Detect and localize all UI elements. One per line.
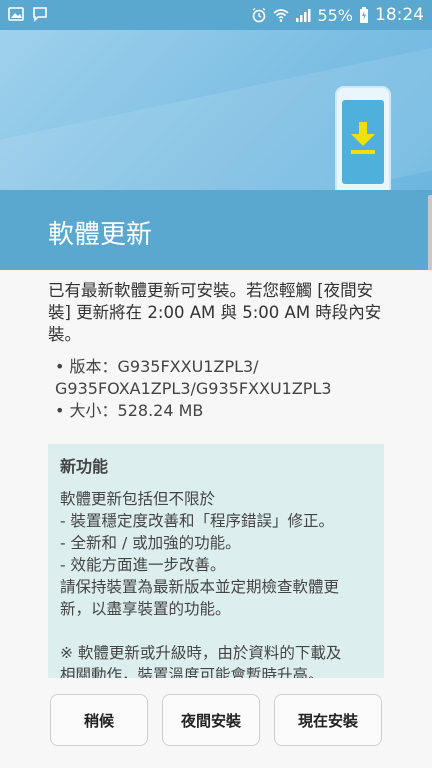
status-left-icons (8, 6, 48, 22)
wifi-icon (273, 7, 289, 23)
notification-icon (32, 6, 48, 22)
feature-line: - 裝置穩定度改善和「程序錯誤」修正。 (60, 512, 335, 530)
description-line: 已有最新軟體更新可安裝。若您輕觸 [夜間安 (48, 281, 374, 300)
battery-icon (359, 7, 369, 23)
size-info: • 大小：528.24 MB (55, 401, 204, 420)
version-info-continued: G935FOXA1ZPL3/G935FXXU1ZPL3 (55, 379, 332, 398)
feature-line: - 全新和 / 或加強的功能。 (60, 534, 241, 552)
new-features-title: 新功能 (60, 457, 109, 476)
download-icon (349, 122, 377, 160)
description-line: 裝] 更新將在 2:00 AM 與 5:00 AM 時段內安 (48, 303, 382, 322)
hero-banner (0, 30, 432, 190)
install-overnight-button[interactable]: 夜間安裝 (162, 694, 260, 746)
status-right-icons: 55% 18:24 (251, 5, 424, 25)
phone-screen (342, 100, 384, 184)
gallery-icon (8, 6, 24, 22)
feature-line: 軟體更新包括但不限於 (60, 490, 216, 508)
battery-percent: 55% (317, 5, 353, 25)
title-band: 軟體更新 (0, 190, 432, 270)
signal-icon (295, 7, 311, 23)
phone-illustration (335, 86, 391, 190)
clock: 18:24 (375, 5, 424, 25)
update-info: • 版本：G935FXXU1ZPL3/ G935FOXA1ZPL3/G935FX… (55, 356, 395, 422)
note-line: 相關動作，裝置溫度可能會暫時升高。 (60, 666, 324, 678)
later-button[interactable]: 稍候 (50, 694, 148, 746)
feature-line: - 效能方面進一步改善。 (60, 556, 226, 574)
install-now-button[interactable]: 現在安裝 (274, 694, 382, 746)
note-line: ※ 軟體更新或升級時，由於資料的下載及 (60, 644, 342, 662)
feature-line: 新，以盡享裝置的功能。 (60, 600, 231, 618)
page-title: 軟體更新 (48, 220, 153, 250)
feature-line: 請保持裝置為最新版本並定期檢查軟體更 (60, 578, 340, 596)
new-features-panel[interactable]: 新功能 軟體更新包括但不限於 - 裝置穩定度改善和「程序錯誤」修正。 - 全新和… (48, 444, 384, 678)
description-line: 裝。 (48, 325, 81, 344)
status-bar: 55% 18:24 (0, 0, 432, 30)
alarm-icon (251, 7, 267, 23)
version-info: • 版本：G935FXXU1ZPL3/ (55, 357, 259, 376)
update-description: 已有最新軟體更新可安裝。若您輕觸 [夜間安 裝] 更新將在 2:00 AM 與 … (48, 280, 393, 346)
